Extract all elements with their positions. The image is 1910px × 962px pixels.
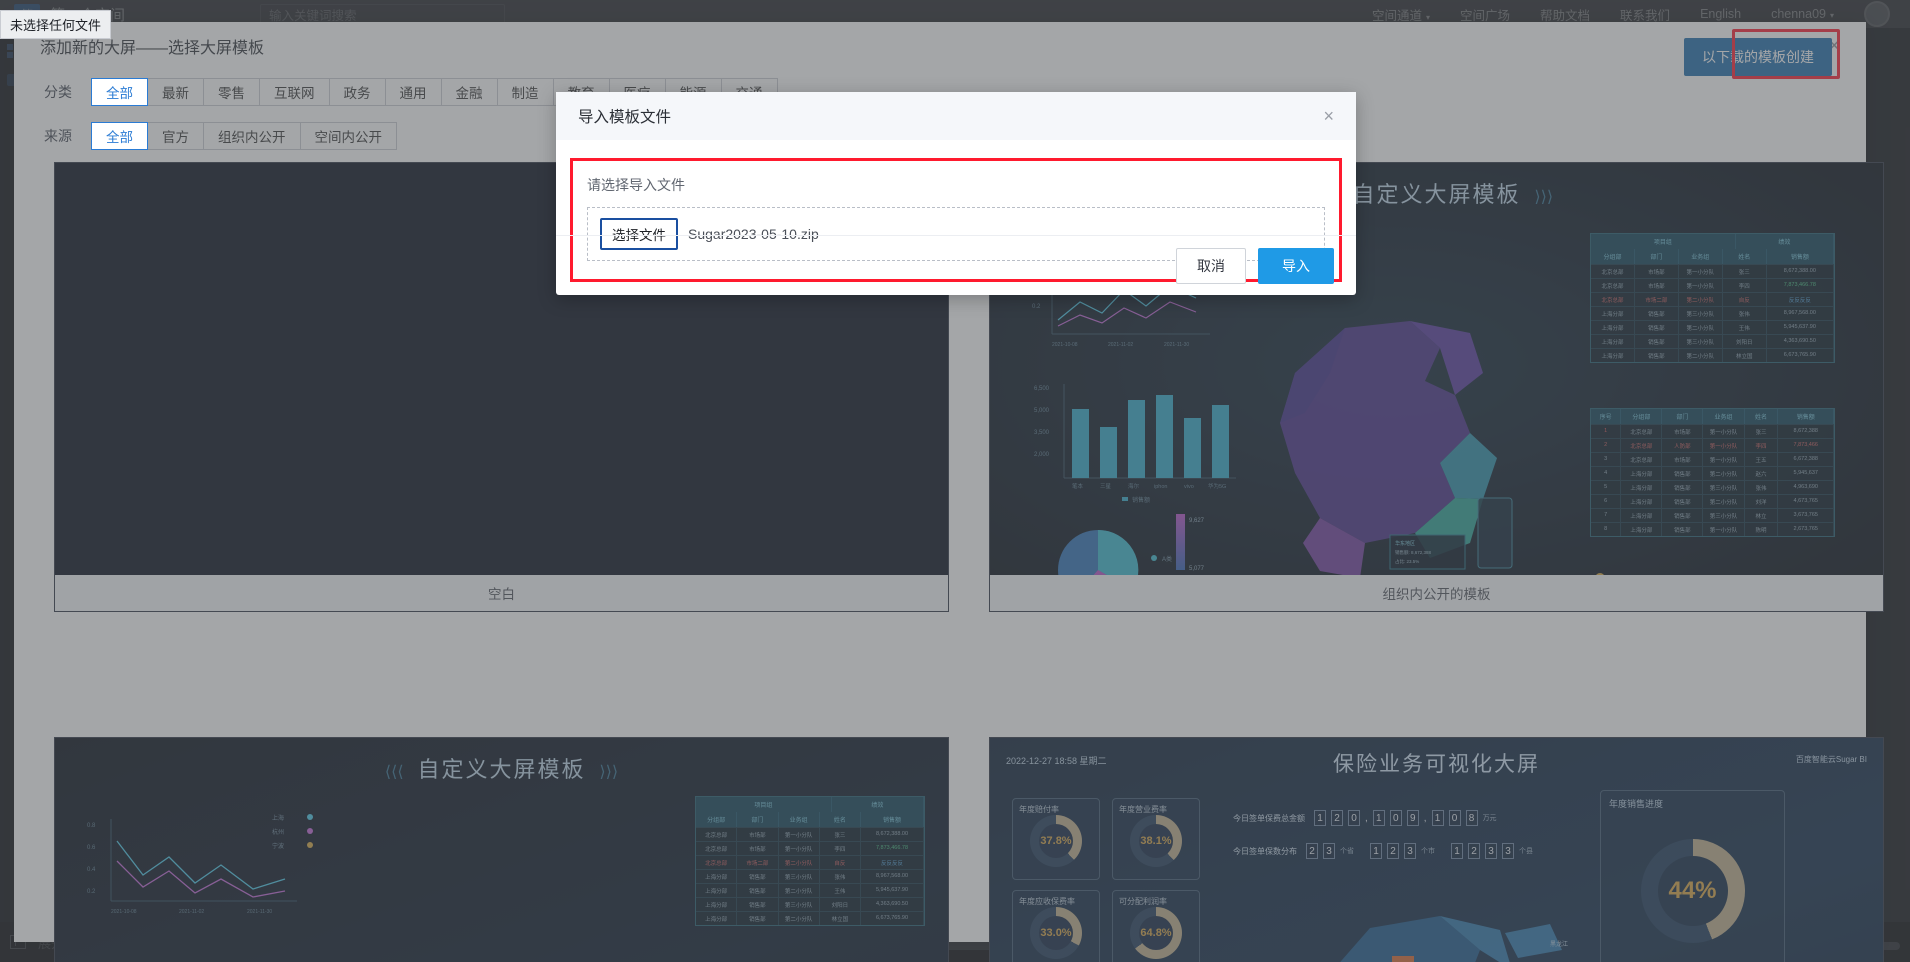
import-button[interactable]: 导入 [1258,247,1334,284]
import-dialog-header: 导入模板文件 × [556,92,1356,140]
import-dialog-footer: 取消 导入 [556,235,1356,295]
filter-chip-category-all[interactable]: 全部 [91,78,148,106]
close-icon[interactable]: × [1323,107,1334,125]
import-dialog-title: 导入模板文件 [578,109,672,126]
import-template-dialog: 导入模板文件 × 请选择导入文件 选择文件 Sugar2023-05-10.zi… [556,92,1356,295]
file-select-label: 请选择导入文件 [587,177,685,193]
filter-chip-source-all[interactable]: 全部 [91,122,148,150]
cancel-button[interactable]: 取消 [1176,247,1246,284]
no-file-selected-tooltip: 未选择任何文件 [0,10,112,39]
